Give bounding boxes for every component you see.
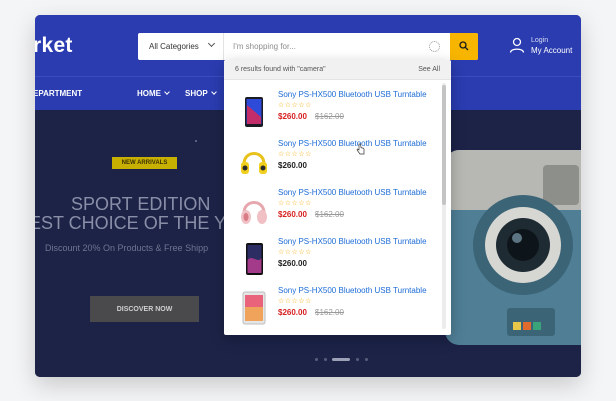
result-item[interactable]: Sony PS-HX500 Bluetooth USB Turntable ☆☆… (224, 188, 440, 237)
nav-item-shop[interactable]: SHOP (185, 89, 217, 98)
search-results-dropdown: 6 results found with "camera" See All So… (224, 60, 451, 335)
search-icon (459, 41, 469, 51)
see-all-link[interactable]: See All (418, 66, 440, 73)
product-old-price: $162.00 (315, 308, 344, 317)
product-name[interactable]: Sony PS-HX500 Bluetooth USB Turntable (278, 237, 427, 246)
hero-title-line2: EST CHOICE OF THE Y (35, 213, 227, 233)
yellow-headphones-icon (241, 152, 267, 174)
slider-dot[interactable] (315, 358, 318, 361)
scrollbar-thumb[interactable] (442, 85, 446, 205)
nav-item-label: SHOP (185, 89, 208, 98)
hero-subtitle: Discount 20% On Products & Free Shipp (45, 243, 209, 253)
pink-headphones-icon (241, 201, 267, 224)
decor-dot (195, 140, 197, 142)
product-price: $260.00 (278, 259, 307, 268)
login-label: Login (531, 37, 549, 44)
product-price: $260.00 (278, 308, 307, 317)
results-scrollbar[interactable] (442, 83, 446, 329)
chevron-down-icon (164, 89, 170, 95)
slider-dot-active[interactable] (332, 358, 350, 361)
rating-stars: ☆☆☆☆☆ (278, 102, 312, 109)
product-name[interactable]: Sony PS-HX500 Bluetooth USB Turntable (278, 139, 427, 148)
hand-cursor-icon (356, 143, 365, 155)
results-header: 6 results found with "camera" See All (224, 60, 451, 80)
result-item[interactable]: Sony PS-HX500 Bluetooth USB Turntable ☆☆… (224, 139, 440, 188)
product-price: $260.00 (278, 161, 307, 170)
instant-camera-image (445, 150, 581, 345)
loading-spinner-icon (429, 41, 440, 52)
product-old-price: $162.00 (315, 210, 344, 219)
product-name[interactable]: Sony PS-HX500 Bluetooth USB Turntable (278, 286, 427, 295)
result-item[interactable]: Sony PS-HX500 Bluetooth USB Turntable ☆☆… (224, 237, 440, 286)
tablet-icon (242, 291, 266, 325)
product-old-price: $162.00 (315, 112, 344, 121)
results-count: 6 results found with "camera" (235, 66, 326, 73)
category-select-label: All Categories (149, 42, 199, 51)
new-arrivals-badge: NEW ARRIVALS (112, 157, 177, 169)
product-name[interactable]: Sony PS-HX500 Bluetooth USB Turntable (278, 188, 427, 197)
result-item[interactable]: Sony PS-HX500 Bluetooth USB Turntable ☆☆… (224, 286, 440, 335)
phone-icon (245, 97, 263, 127)
chevron-down-icon (207, 39, 216, 48)
search-input[interactable] (233, 33, 423, 60)
search-button[interactable] (450, 33, 478, 60)
chevron-down-icon (210, 89, 217, 95)
my-account-label: My Account (531, 46, 573, 55)
search-bar: All Categories (138, 33, 478, 60)
smartphone-icon (246, 243, 263, 275)
rating-stars: ☆☆☆☆☆ (278, 151, 312, 158)
site-logo[interactable]: rket (35, 34, 73, 58)
user-icon (509, 37, 525, 53)
discover-now-button[interactable]: DISCOVER NOW (90, 296, 199, 322)
rating-stars: ☆☆☆☆☆ (278, 200, 312, 207)
result-item[interactable]: Sony PS-HX500 Bluetooth USB Turntable ☆☆… (224, 90, 440, 139)
slider-dot[interactable] (324, 358, 327, 361)
rating-stars: ☆☆☆☆☆ (278, 298, 312, 305)
slider-dot[interactable] (356, 358, 359, 361)
nav-item-label: HOME (137, 89, 161, 98)
slider-dot[interactable] (365, 358, 368, 361)
nav-item-home[interactable]: HOME (137, 89, 170, 98)
rating-stars: ☆☆☆☆☆ (278, 249, 312, 256)
product-name[interactable]: Sony PS-HX500 Bluetooth USB Turntable (278, 90, 427, 99)
nav-department[interactable]: EPARTMENT (35, 89, 82, 98)
category-select[interactable]: All Categories (138, 33, 224, 60)
product-price: $260.00 (278, 112, 307, 121)
product-price: $260.00 (278, 210, 307, 219)
hero-title-line1: SPORT EDITION (71, 194, 211, 214)
